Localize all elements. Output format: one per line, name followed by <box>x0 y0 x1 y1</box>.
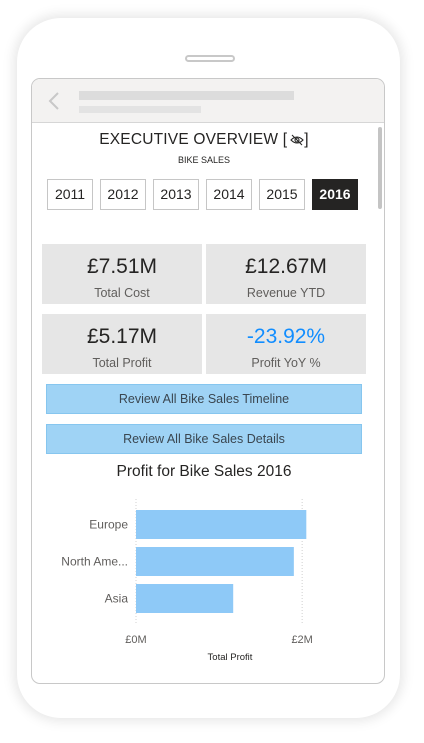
kpi-label: Revenue YTD <box>246 286 326 300</box>
bar <box>136 547 294 576</box>
x-tick-label: £2M <box>291 634 312 646</box>
app-header <box>32 79 384 123</box>
app-screen: EXECUTIVE OVERVIEW [ ] BIKE SALES 2011 2… <box>31 78 385 684</box>
header-title-placeholder <box>79 91 294 100</box>
kpi-card-profit-yoy: -23.92% Profit YoY % <box>206 314 366 374</box>
kpi-value: £12.67M <box>245 255 327 278</box>
kpi-label: Profit YoY % <box>251 356 321 370</box>
kpi-value: £5.17M <box>86 325 158 348</box>
category-label: Europe <box>89 518 128 532</box>
report-title: EXECUTIVE OVERVIEW [ ] <box>32 131 376 149</box>
report-title-text: EXECUTIVE OVERVIEW [ <box>99 131 288 148</box>
back-arrow-icon[interactable] <box>46 91 64 111</box>
year-button-2015[interactable]: 2015 <box>259 179 305 210</box>
x-axis-title: Total Profit <box>208 652 253 663</box>
profit-bar-chart: £0M £2M Europe North Ame... Asia Total Profit <box>61 499 313 663</box>
phone-speaker <box>185 55 235 62</box>
year-button-2016[interactable]: 2016 <box>312 179 358 210</box>
category-label: Asia <box>105 592 129 606</box>
year-button-2011[interactable]: 2011 <box>47 179 93 210</box>
kpi-value: £7.51M <box>86 255 158 278</box>
kpi-value: -23.92% <box>246 325 326 348</box>
year-button-2013[interactable]: 2013 <box>153 179 199 210</box>
kpi-label: Total Profit <box>92 356 152 370</box>
report-canvas: EXECUTIVE OVERVIEW [ ] BIKE SALES 2011 2… <box>32 123 384 683</box>
bar <box>136 510 307 539</box>
category-label: North Ame... <box>61 555 128 569</box>
chart-title: Profit for Bike Sales 2016 <box>116 463 292 480</box>
kpi-card-total-cost: £7.51M Total Cost <box>42 244 202 304</box>
year-button-2014[interactable]: 2014 <box>206 179 252 210</box>
report-subtitle: BIKE SALES <box>177 155 231 165</box>
details-button[interactable]: Review All Bike Sales Details <box>46 424 362 454</box>
bar <box>136 584 234 613</box>
year-button-2012[interactable]: 2012 <box>100 179 146 210</box>
timeline-button[interactable]: Review All Bike Sales Timeline <box>46 384 362 414</box>
header-subtitle-placeholder <box>79 106 201 113</box>
kpi-card-revenue-ytd: £12.67M Revenue YTD <box>206 244 366 304</box>
report-title-bracket: ] <box>304 131 309 148</box>
kpi-label: Total Cost <box>94 286 150 300</box>
scrollbar[interactable] <box>378 127 382 209</box>
x-tick-label: £0M <box>125 634 146 646</box>
kpi-card-total-profit: £5.17M Total Profit <box>42 314 202 374</box>
hidden-eye-icon <box>290 134 305 146</box>
